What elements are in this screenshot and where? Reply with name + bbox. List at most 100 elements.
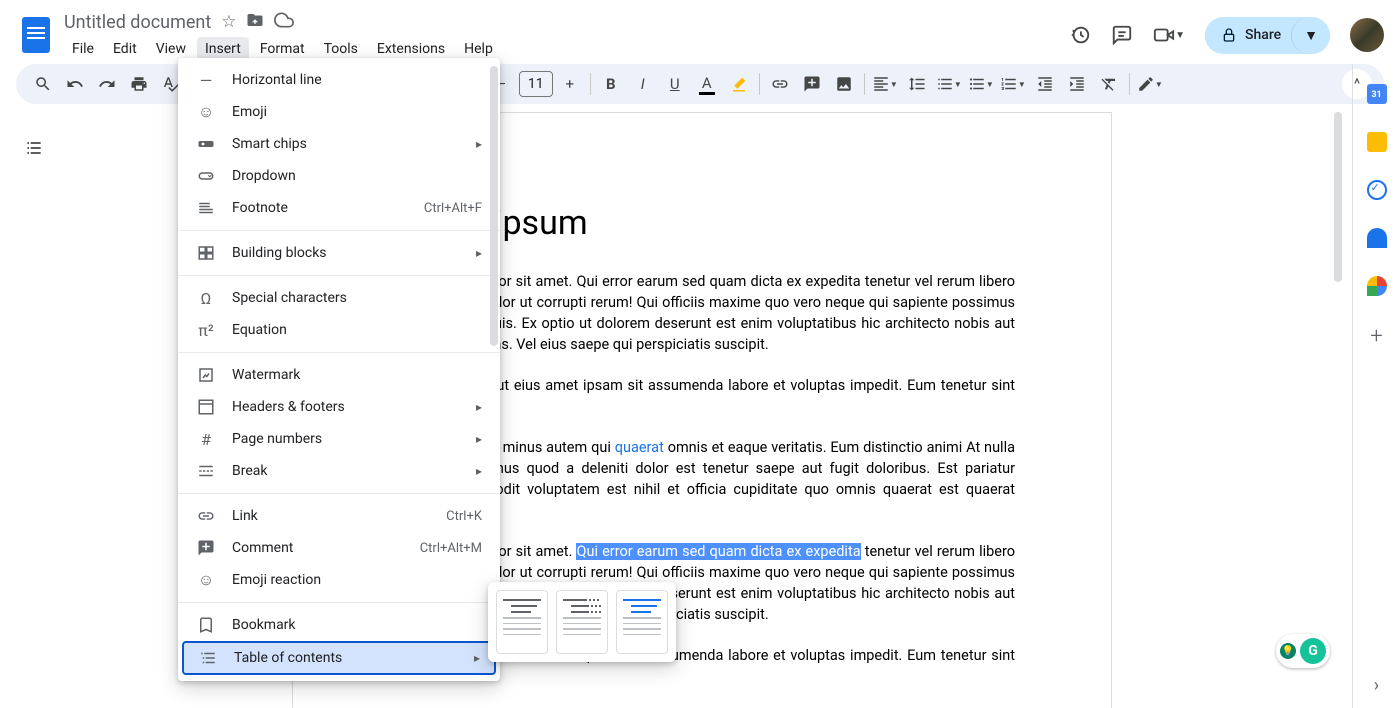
star-icon[interactable]: ☆ [221,12,236,32]
outline-toggle-icon[interactable] [16,130,52,166]
insert-menu-item-equation[interactable]: π² Equation [178,314,500,346]
menu-item-label: Page numbers [232,431,460,447]
ereact-icon: ☺ [196,570,216,590]
insert-menu-item-watermark[interactable]: Watermark [178,359,500,391]
toc-option-dotted[interactable] [556,590,608,654]
highlight-icon[interactable] [724,69,754,99]
body-link[interactable]: quaerat [615,439,664,456]
insert-menu-item-omega[interactable]: ΩSpecial characters [178,282,500,314]
hide-side-panel-icon[interactable]: › [1374,675,1379,696]
toc-icon [198,649,218,667]
insert-menu-item-link[interactable]: LinkCtrl+K [178,500,500,532]
menu-help[interactable]: Help [456,37,501,61]
toc-submenu [488,582,676,662]
insert-menu-item-bookmark[interactable]: Bookmark [178,609,500,641]
submenu-arrow-icon: ▸ [476,400,482,414]
comments-icon[interactable] [1111,24,1133,46]
menu-insert[interactable]: Insert [197,37,249,61]
bookmark-icon [196,616,216,634]
menu-item-label: Building blocks [232,245,460,261]
share-button[interactable]: Share [1205,17,1297,54]
align-icon[interactable]: ▼ [870,69,900,99]
menu-item-label: Comment [232,540,404,556]
submenu-arrow-icon: ▸ [476,464,482,478]
get-addons-icon[interactable]: + [1370,324,1382,349]
toc-option-links[interactable] [616,590,668,654]
keep-icon[interactable] [1367,132,1387,152]
menu-edit[interactable]: Edit [105,37,145,61]
numbered-list-icon[interactable]: ▼ [998,69,1028,99]
pagenum-icon: # [196,430,216,449]
submenu-arrow-icon: ▸ [476,246,482,260]
menu-item-label: Break [232,463,460,479]
add-comment-icon[interactable] [797,69,827,99]
bold-icon[interactable]: B [596,69,626,99]
increase-indent-icon[interactable] [1062,69,1092,99]
insert-menu-item-emoji[interactable]: ☺Emoji [178,96,500,128]
bulleted-list-icon[interactable]: ▼ [966,69,996,99]
menu-item-label: Footnote [232,200,408,216]
maps-icon[interactable] [1367,276,1387,296]
side-panel: + › [1352,64,1400,708]
insert-menu-item-ereact[interactable]: ☺Emoji reaction [178,564,500,596]
italic-icon[interactable]: I [628,69,658,99]
account-avatar[interactable] [1350,18,1384,52]
text-color-icon[interactable]: A [692,69,722,99]
insert-menu-item-chip[interactable]: Smart chips ▸ [178,128,500,160]
scrollbar-thumb[interactable] [1334,112,1342,282]
menu-item-label: Equation [232,322,482,338]
print-icon[interactable] [124,69,154,99]
docs-logo[interactable] [16,15,56,55]
share-dropdown[interactable]: ▼ [1291,17,1330,54]
search-menus-icon[interactable] [28,69,58,99]
insert-menu-item-headers[interactable]: Headers & footers▸ [178,391,500,423]
cloud-status-icon[interactable] [274,10,294,35]
insert-menu-item-hrule[interactable]: —Horizontal line [178,64,500,96]
menu-item-label: Special characters [232,290,482,306]
move-icon[interactable] [246,11,264,34]
submenu-arrow-icon: ▸ [476,432,482,446]
insert-menu-item-break[interactable]: Break ▸ [178,455,500,487]
equation-icon: π² [196,321,216,340]
document-title[interactable]: Untitled document [64,12,211,33]
history-icon[interactable] [1069,24,1091,46]
increase-font-icon[interactable]: + [555,69,585,99]
redo-icon[interactable] [92,69,122,99]
app-header: Untitled document ☆ File Edit View Inser… [0,0,1400,64]
watermark-icon [196,366,216,384]
menu-tools[interactable]: Tools [316,37,366,61]
meet-icon[interactable]: ▼ [1153,24,1185,46]
decrease-indent-icon[interactable] [1030,69,1060,99]
font-size-input[interactable]: 11 [519,71,553,97]
submenu-arrow-icon: ▸ [474,651,480,665]
underline-icon[interactable]: U [660,69,690,99]
insert-image-icon[interactable] [829,69,859,99]
insert-link-icon[interactable] [765,69,795,99]
checklist-icon[interactable]: ▼ [934,69,964,99]
menu-item-label: Table of contents [234,650,458,666]
headers-icon [196,398,216,416]
insert-menu-item-footnote[interactable]: FootnoteCtrl+Alt+F [178,192,500,224]
insert-menu-item-dropdown[interactable]: Dropdown [178,160,500,192]
menu-item-label: Horizontal line [232,72,482,88]
menu-format[interactable]: Format [252,37,313,61]
toc-option-plain[interactable] [496,590,548,654]
menu-file[interactable]: File [64,37,102,61]
editing-mode-icon[interactable]: ▼ [1135,69,1165,99]
insert-menu-item-blocks[interactable]: Building blocks ▸ [178,237,500,269]
extension-badge[interactable]: 💡 G [1276,634,1330,668]
menu-extensions[interactable]: Extensions [369,37,453,61]
insert-menu-item-toc[interactable]: Table of contents ▸ [182,641,496,675]
menu-item-label: Smart chips [232,136,460,152]
footnote-icon [196,199,216,217]
clear-formatting-icon[interactable] [1094,69,1124,99]
insert-menu-item-comment[interactable]: CommentCtrl+Alt+M [178,532,500,564]
tasks-icon[interactable] [1367,180,1387,200]
line-spacing-icon[interactable] [902,69,932,99]
calendar-icon[interactable] [1367,84,1387,104]
menu-view[interactable]: View [148,37,194,61]
insert-menu-item-pagenum[interactable]: # Page numbers ▸ [178,423,500,455]
submenu-arrow-icon: ▸ [476,137,482,151]
undo-icon[interactable] [60,69,90,99]
contacts-icon[interactable] [1367,228,1387,248]
